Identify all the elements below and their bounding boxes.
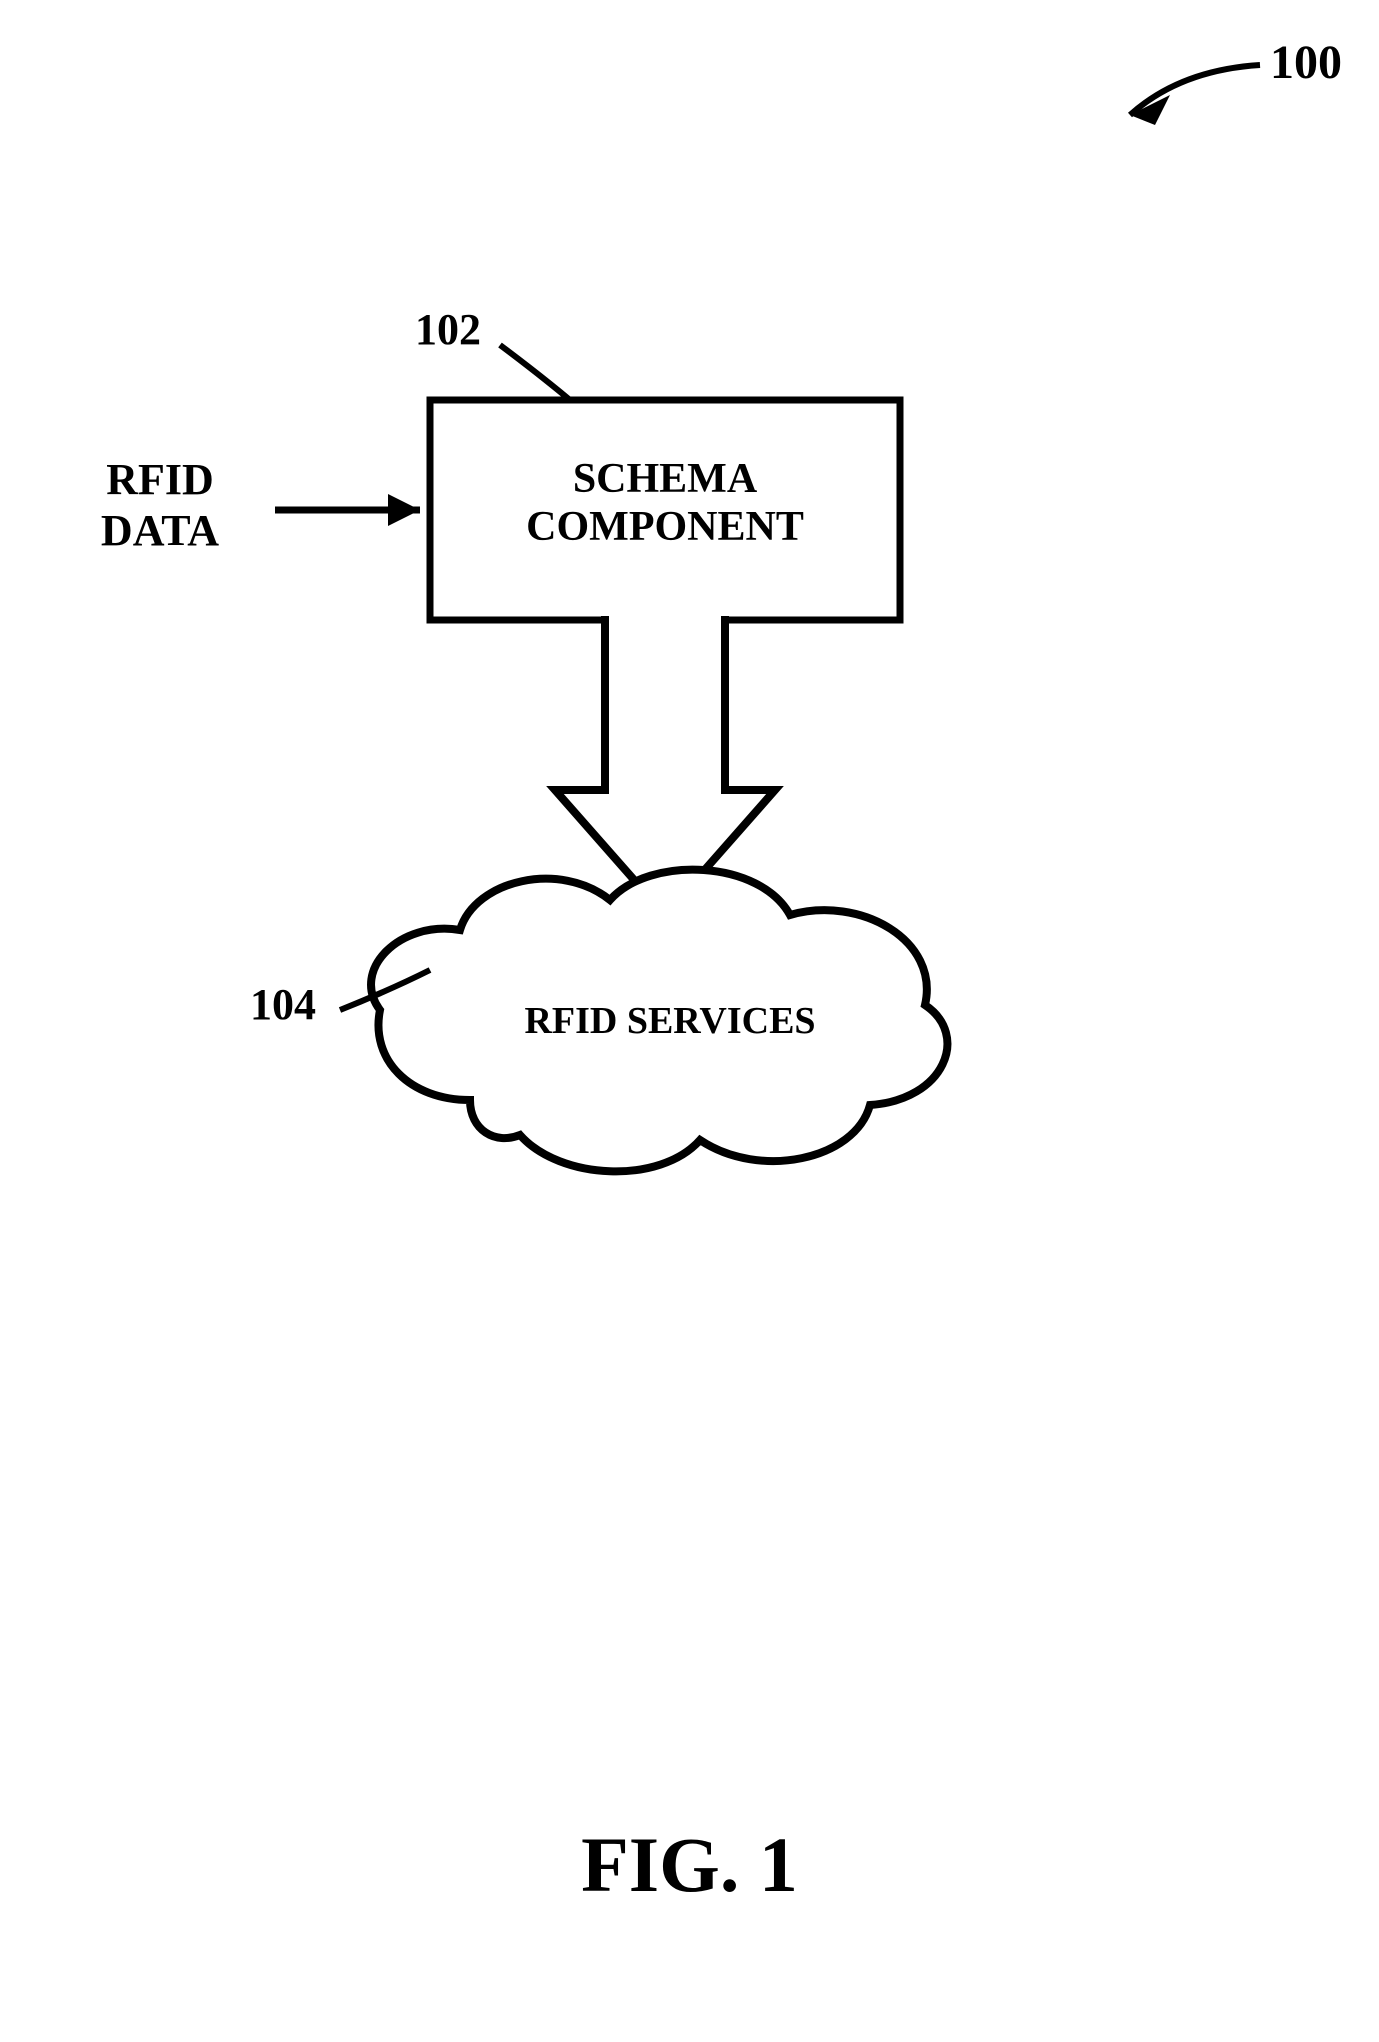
ref-102: 102 [415, 305, 481, 356]
input-label: RFID DATA [55, 455, 265, 556]
box-line1: SCHEMA [573, 456, 757, 502]
schema-component-box-label: SCHEMA COMPONENT [430, 455, 900, 552]
input-label-line2: DATA [101, 506, 219, 555]
diagram-page: 100 102 RFID DATA SCHEMA COMPONENT 104 R… [0, 0, 1379, 2042]
ref-100: 100 [1270, 35, 1342, 90]
ref-104: 104 [250, 980, 316, 1031]
input-label-line1: RFID [106, 455, 214, 504]
cloud-label: RFID SERVICES [455, 1000, 885, 1044]
box-line2: COMPONENT [526, 504, 804, 550]
figure-caption: FIG. 1 [0, 1820, 1379, 1910]
